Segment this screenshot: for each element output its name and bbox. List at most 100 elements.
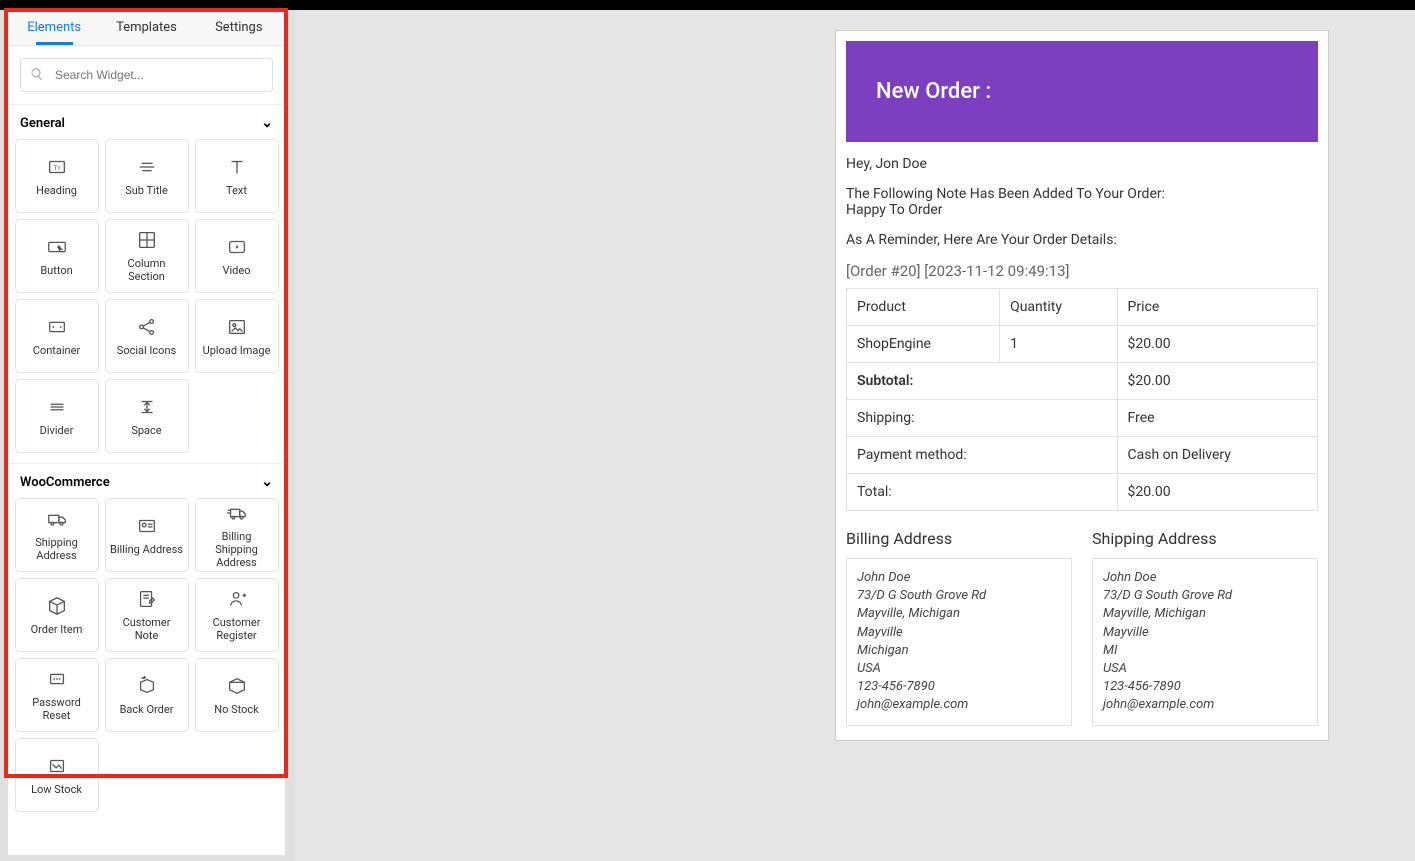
th-product: Product — [847, 289, 1000, 326]
subtotal-value: $20.00 — [1117, 363, 1317, 400]
row-product: ShopEngine — [847, 326, 1000, 363]
email-header: New Order : — [846, 41, 1318, 142]
th-quantity: Quantity — [1000, 289, 1117, 326]
chevron-down-icon: ⌄ — [261, 474, 273, 490]
box-return-icon — [136, 675, 158, 697]
widget-shipping-address[interactable]: Shipping Address — [15, 498, 99, 572]
widget-label: Back Order — [120, 703, 174, 716]
addresses-row: Billing Address John Doe73/D G South Gro… — [846, 529, 1318, 726]
row-price: $20.00 — [1117, 326, 1317, 363]
widget-upload-image[interactable]: Upload Image — [195, 299, 279, 373]
window-top-bar — [0, 0, 1415, 10]
tab-templates[interactable]: Templates — [100, 10, 192, 45]
total-label: Total: — [847, 474, 1118, 511]
category-general-toggle[interactable]: General ⌄ — [12, 115, 281, 131]
svg-text:Tт: Tт — [53, 163, 60, 171]
widget-text[interactable]: Text — [195, 139, 279, 213]
widget-low-stock[interactable]: Low Stock — [15, 738, 99, 812]
total-value: $20.00 — [1117, 474, 1317, 511]
widget-label: Container — [33, 344, 80, 357]
widget-label: Upload Image — [203, 344, 271, 357]
widget-video[interactable]: Video — [195, 219, 279, 293]
widget-label: Social Icons — [117, 344, 176, 357]
widget-label: Column Section — [110, 257, 184, 283]
email-note-intro: The Following Note Has Been Added To You… — [846, 186, 1165, 202]
search-input[interactable] — [20, 58, 273, 92]
package-icon — [46, 595, 68, 617]
widget-label: Space — [131, 424, 161, 437]
widget-customer-note[interactable]: Customer Note — [105, 578, 189, 652]
widget-container[interactable]: Container — [15, 299, 99, 373]
widget-social-icons[interactable]: Social Icons — [105, 299, 189, 373]
email-note-body: Happy To Order — [846, 202, 943, 218]
tab-elements[interactable]: Elements — [8, 10, 100, 45]
payment-label: Payment method: — [847, 437, 1118, 474]
widget-no-stock[interactable]: No Stock — [195, 658, 279, 732]
social-icon — [136, 316, 158, 338]
widget-label: No Stock — [214, 703, 258, 716]
upload-image-icon — [226, 316, 248, 338]
widget-divider[interactable]: Divider — [15, 379, 99, 453]
email-title: New Order : — [876, 79, 991, 104]
payment-value: Cash on Delivery — [1117, 437, 1317, 474]
th-price: Price — [1117, 289, 1317, 326]
widget-button[interactable]: Button — [15, 219, 99, 293]
category-woo-toggle[interactable]: WooCommerce ⌄ — [12, 474, 281, 490]
widget-column-section[interactable]: Column Section — [105, 219, 189, 293]
shipping-address-block: Shipping Address John Doe73/D G South Gr… — [1092, 529, 1318, 726]
widget-label: Billing Shipping Address — [200, 530, 274, 569]
widget-password-reset[interactable]: Password Reset — [15, 658, 99, 732]
widget-label: Heading — [36, 184, 77, 197]
video-icon — [226, 236, 248, 258]
user-plus-icon — [226, 588, 248, 610]
divider-icon — [46, 396, 68, 418]
category-general-label: General — [20, 116, 65, 131]
widget-label: Password Reset — [20, 696, 94, 722]
category-general: General ⌄ Tт Heading Sub Title Text Butto… — [8, 104, 285, 463]
heading-icon: Tт — [46, 156, 68, 178]
id-card-icon — [136, 515, 158, 537]
preview-canvas: New Order : Hey, Jon Doe The Following N… — [295, 10, 1415, 861]
widget-label: Divider — [40, 424, 74, 437]
widget-heading[interactable]: Tт Heading — [15, 139, 99, 213]
chevron-down-icon: ⌄ — [261, 115, 273, 131]
button-icon — [46, 236, 68, 258]
subtitle-icon — [136, 156, 158, 178]
widget-label: Button — [40, 264, 72, 277]
widget-label: Customer Register — [200, 616, 274, 642]
email-greeting: Hey, Jon Doe — [846, 156, 1318, 172]
order-table: Product Quantity Price ShopEngine 1 $20.… — [846, 288, 1318, 511]
email-preview-card: New Order : Hey, Jon Doe The Following N… — [835, 30, 1329, 741]
trend-down-icon — [46, 755, 68, 777]
widget-space[interactable]: Space — [105, 379, 189, 453]
widget-label: Shipping Address — [20, 536, 94, 562]
widget-customer-register[interactable]: Customer Register — [195, 578, 279, 652]
widget-label: Low Stock — [31, 783, 82, 796]
subtotal-label: Subtotal: — [847, 363, 1118, 400]
widget-label: Text — [226, 184, 247, 197]
shipping-address-content: John Doe73/D G South Grove RdMayville, M… — [1092, 558, 1318, 726]
row-qty: 1 — [1000, 326, 1117, 363]
billing-address-content: John Doe73/D G South Grove RdMayville, M… — [846, 558, 1072, 726]
text-icon — [226, 156, 248, 178]
widget-subtitle[interactable]: Sub Title — [105, 139, 189, 213]
billing-address-heading: Billing Address — [846, 529, 1072, 548]
box-empty-icon — [226, 675, 248, 697]
widget-order-item[interactable]: Order Item — [15, 578, 99, 652]
category-woo-label: WooCommerce — [20, 475, 110, 490]
shipping-address-heading: Shipping Address — [1092, 529, 1318, 548]
shipping-label: Shipping: — [847, 400, 1118, 437]
space-icon — [136, 396, 158, 418]
truck-icon — [46, 508, 68, 530]
password-icon — [46, 668, 68, 690]
widget-back-order[interactable]: Back Order — [105, 658, 189, 732]
container-icon — [46, 316, 68, 338]
sidebar-panel: Elements Templates Settings General ⌄ Tт… — [8, 10, 286, 855]
note-edit-icon — [136, 588, 158, 610]
widget-billing-address[interactable]: Billing Address — [105, 498, 189, 572]
widget-billing-shipping-address[interactable]: Billing Shipping Address — [195, 498, 279, 572]
email-body: Hey, Jon Doe The Following Note Has Been… — [846, 142, 1318, 730]
widget-label: Customer Note — [110, 616, 184, 642]
widget-label: Video — [223, 264, 251, 277]
tab-settings[interactable]: Settings — [193, 10, 285, 45]
